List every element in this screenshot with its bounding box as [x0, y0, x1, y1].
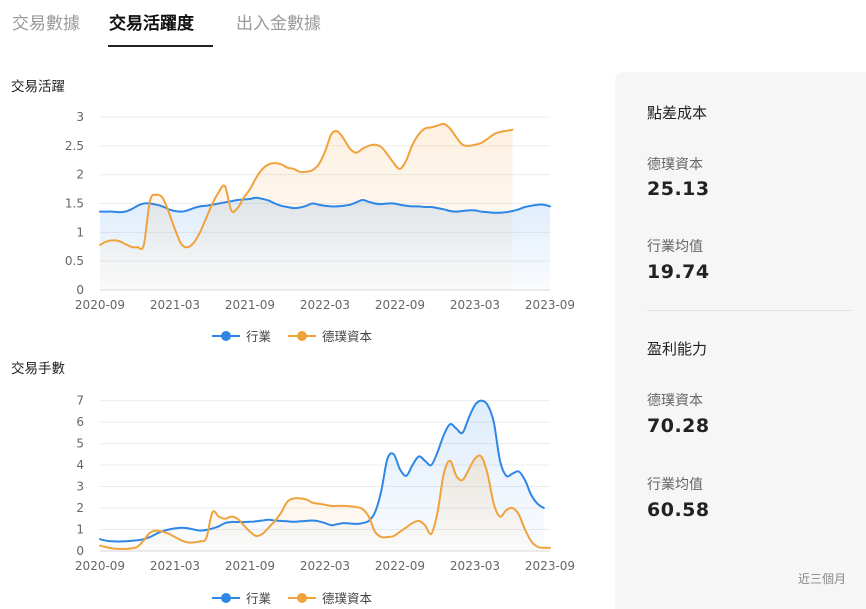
x-tick-label: 2022-09	[375, 298, 425, 312]
x-tick-label: 2023-03	[450, 298, 500, 312]
profit-company-value: 70.28	[647, 415, 710, 437]
legend-label-industry: 行業	[246, 329, 272, 344]
x-tick-label: 2020-09	[75, 298, 125, 312]
y-tick-label: 0.5	[65, 254, 84, 268]
tab-trading-activity[interactable]: 交易活躍度	[109, 9, 194, 34]
profit-company-label: 德璞資本	[647, 393, 703, 409]
y-tick-label: 6	[76, 415, 84, 429]
y-tick-label: 3	[76, 480, 84, 494]
profit-industry-value: 60.58	[647, 499, 710, 521]
x-tick-label: 2021-03	[150, 298, 200, 312]
panel-divider	[647, 310, 852, 311]
legend-label-company: 德璞資本	[322, 329, 373, 344]
x-tick-label: 2023-03	[450, 559, 500, 573]
company-series-swatch	[288, 330, 316, 342]
y-tick-label: 7	[76, 394, 84, 408]
x-tick-label: 2022-03	[300, 298, 350, 312]
x-tick-label: 2023-09	[525, 559, 575, 573]
company-series-area	[100, 455, 550, 551]
trades-chart: 0 1 2 3 4 5 6 7 2020-09 2021-03 2021-09 2022-03 2022…	[75, 394, 575, 573]
y-tick-label: 2	[76, 501, 84, 515]
y-tick-label: 2.5	[65, 139, 84, 153]
tab-deposit-withdrawal-data[interactable]: 出入金數據	[236, 9, 321, 34]
y-tick-label: 2	[76, 168, 84, 182]
y-tick-label: 1.5	[65, 197, 84, 211]
x-tick-label: 2021-03	[150, 559, 200, 573]
y-tick-label: 4	[76, 458, 84, 472]
profitability-heading: 盈利能力	[647, 340, 708, 358]
x-tick-label: 2022-09	[375, 559, 425, 573]
profit-industry-label: 行業均值	[647, 477, 703, 493]
period-filter-label[interactable]: 近三個月	[798, 570, 846, 587]
activity-chart-title: 交易活躍	[11, 79, 65, 95]
spread-industry-value: 19.74	[647, 261, 710, 283]
y-tick-label: 5	[76, 437, 84, 451]
legend-label-industry: 行業	[246, 591, 272, 606]
industry-series-swatch	[212, 330, 240, 342]
metrics-panel: 點差成本 德璞資本 25.13 行業均值 19.74 盈利能力 德璞資本 70.…	[615, 72, 866, 609]
legend-label-company: 德璞資本	[322, 591, 373, 606]
spread-company-value: 25.13	[647, 178, 710, 200]
spread-company-label: 德璞資本	[647, 157, 703, 173]
y-tick-label: 1	[76, 523, 84, 537]
trades-chart-title: 交易手數	[11, 361, 65, 377]
y-tick-label: 0	[76, 283, 84, 297]
industry-series-swatch	[212, 592, 240, 604]
y-tick-label: 3	[76, 110, 84, 124]
x-tick-label: 2020-09	[75, 559, 125, 573]
legend-item-company[interactable]: 德璞資本	[288, 326, 372, 345]
legend-item-industry[interactable]: 行業	[212, 588, 271, 607]
x-tick-label: 2023-09	[525, 298, 575, 312]
legend-item-company[interactable]: 德璞資本	[288, 588, 372, 607]
spread-industry-label: 行業均值	[647, 239, 703, 255]
spread-cost-heading: 點差成本	[647, 104, 708, 122]
company-series-swatch	[288, 592, 316, 604]
tab-bar: 交易數據 交易活躍度 出入金數據	[0, 0, 866, 52]
active-tab-indicator	[108, 45, 213, 47]
activity-chart: 0 0.5 1 1.5 2 2.5 3 2020-09 2021-03 2021-09 2022-0…	[65, 110, 575, 312]
tab-trading-data[interactable]: 交易數據	[12, 9, 80, 34]
y-tick-label: 0	[76, 544, 84, 558]
x-tick-label: 2021-09	[225, 298, 275, 312]
x-tick-label: 2022-03	[300, 559, 350, 573]
x-tick-label: 2021-09	[225, 559, 275, 573]
legend-item-industry[interactable]: 行業	[212, 326, 271, 345]
y-tick-label: 1	[76, 225, 84, 239]
